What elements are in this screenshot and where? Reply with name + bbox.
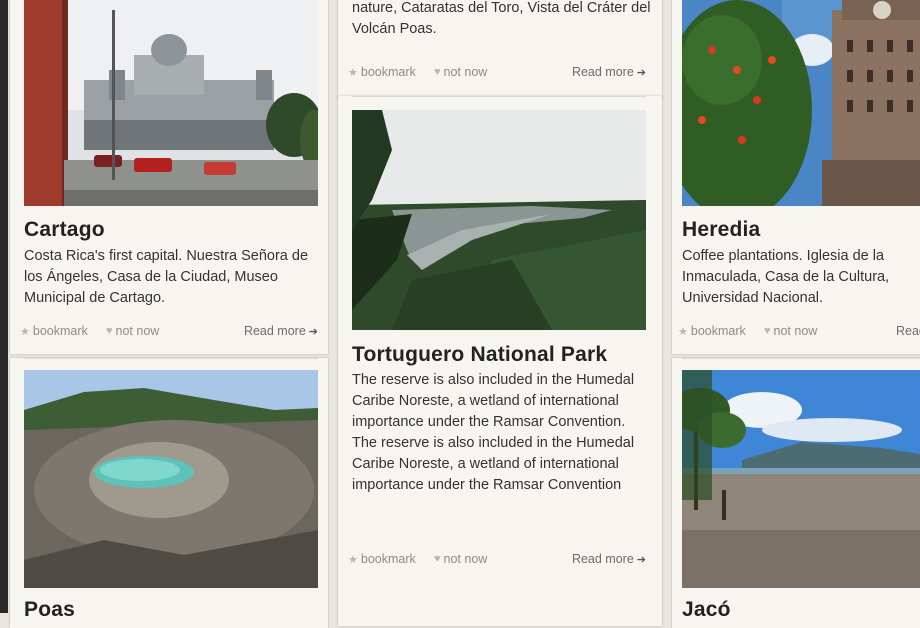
- card-cartago[interactable]: Cartago Costa Rica's first capital. Nues…: [10, 0, 328, 354]
- card-title[interactable]: Tortuguero National Park: [352, 343, 607, 367]
- star-icon: ★: [678, 325, 688, 338]
- not-now-label: not now: [115, 324, 160, 338]
- read-more-label: Read more: [243, 324, 306, 338]
- bookmark-button[interactable]: ★ bookmark: [20, 324, 88, 338]
- thumbs-down-icon: ♥: [434, 66, 441, 78]
- thumbs-down-icon: ♥: [106, 325, 113, 337]
- not-now-label: not now: [443, 552, 488, 566]
- card-actions: ★bookmark ♥not now Read more➔: [20, 324, 318, 340]
- not-now-button[interactable]: ♥ not now: [764, 324, 817, 338]
- card-actions: ★bookmark ♥not now Read more➔: [348, 65, 646, 81]
- arrow-right-icon: ➔: [636, 66, 646, 79]
- bookmark-label: bookmark: [32, 324, 88, 338]
- card-heredia[interactable]: Heredia Coffee plantations. Iglesia de l…: [672, 0, 920, 354]
- cartago-photo[interactable]: [24, 0, 318, 206]
- read-more-label: Read more: [896, 324, 920, 338]
- bookmark-label: bookmark: [360, 65, 416, 79]
- divider: [24, 358, 318, 359]
- star-icon: ★: [348, 66, 358, 79]
- card-title[interactable]: Heredia: [682, 218, 760, 242]
- card-jaco[interactable]: Jacó: [672, 358, 920, 628]
- arrow-right-icon: ➔: [308, 325, 318, 338]
- card-description: The reserve is also included in the Hume…: [352, 372, 635, 493]
- bookmark-button[interactable]: ★ bookmark: [678, 324, 746, 338]
- read-more-link[interactable]: Read more➔: [896, 324, 920, 338]
- card-description: Costa Rica's first capital. Nuestra Seño…: [24, 248, 309, 306]
- poas-photo[interactable]: [24, 370, 318, 588]
- divider: [352, 96, 646, 97]
- bookmark-button[interactable]: ★ bookmark: [348, 552, 416, 566]
- bookmark-button[interactable]: ★ bookmark: [348, 65, 416, 79]
- card-description: Coffee plantations. Iglesia de la Inmacu…: [682, 248, 890, 306]
- card-poas-volcano[interactable]: stratovolcano in central Costa Rica. Exp…: [338, 0, 662, 100]
- card-actions: ★bookmark ♥not now Read more➔: [348, 552, 646, 568]
- read-more-label: Read more: [571, 65, 634, 79]
- not-now-label: not now: [773, 324, 818, 338]
- read-more-link[interactable]: Read more➔: [244, 324, 318, 338]
- read-more-link[interactable]: Read more➔: [572, 65, 646, 79]
- thumbs-down-icon: ♥: [434, 553, 441, 565]
- arrow-right-icon: ➔: [636, 553, 646, 566]
- star-icon: ★: [348, 553, 358, 566]
- card-actions: ★bookmark ♥not now Read more➔: [678, 324, 920, 340]
- read-more-label: Read more: [571, 552, 634, 566]
- card-title[interactable]: Poas: [24, 598, 75, 622]
- not-now-button[interactable]: ♥ not now: [434, 552, 487, 566]
- heredia-photo[interactable]: [682, 0, 920, 206]
- bookmark-label: bookmark: [690, 324, 746, 338]
- window-edge: [0, 0, 8, 613]
- card-poas[interactable]: Poas: [10, 358, 328, 628]
- bookmark-label: bookmark: [360, 552, 416, 566]
- divider: [682, 358, 920, 359]
- not-now-button[interactable]: ♥ not now: [434, 65, 487, 79]
- card-title[interactable]: Jacó: [682, 598, 731, 622]
- read-more-link[interactable]: Read more➔: [572, 552, 646, 566]
- not-now-button[interactable]: ♥ not now: [106, 324, 159, 338]
- card-title[interactable]: Cartago: [24, 218, 105, 242]
- not-now-label: not now: [443, 65, 488, 79]
- tortuguero-photo[interactable]: [352, 110, 646, 330]
- thumbs-down-icon: ♥: [764, 325, 771, 337]
- card-tortuguero[interactable]: Tortuguero National Park The reserve is …: [338, 96, 662, 626]
- star-icon: ★: [20, 325, 30, 338]
- jaco-photo[interactable]: [682, 370, 920, 588]
- card-description: stratovolcano in central Costa Rica. Exp…: [352, 0, 651, 37]
